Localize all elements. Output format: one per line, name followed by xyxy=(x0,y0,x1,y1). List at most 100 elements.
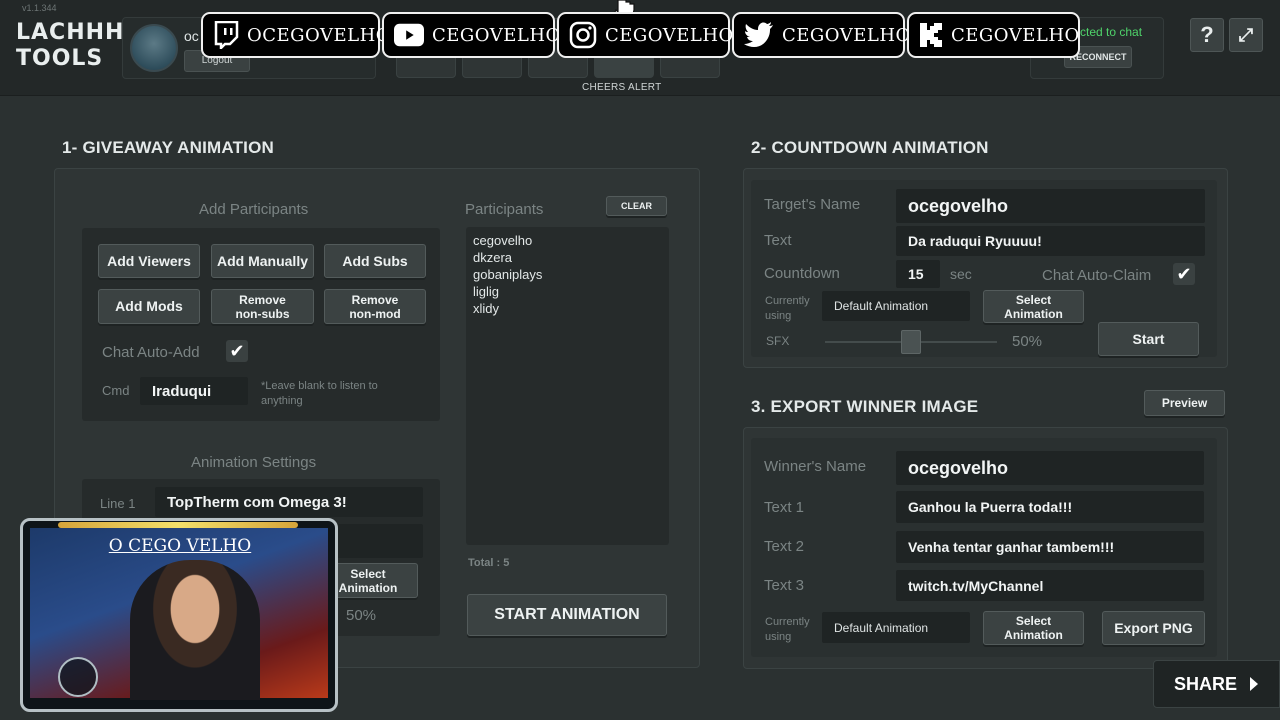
select-animation-button[interactable]: Select Animation xyxy=(983,290,1084,323)
add-subs-button[interactable]: Add Subs xyxy=(324,244,426,278)
animation-display: Default Animation xyxy=(822,612,970,643)
button-line: Select xyxy=(350,566,386,581)
list-item: xlidy xyxy=(473,301,500,316)
countdown-title: 2- COUNTDOWN ANIMATION xyxy=(751,138,989,157)
share-button[interactable]: SHARE xyxy=(1153,660,1280,708)
text2-input[interactable]: Venha tentar ganhar tambem!!! xyxy=(896,531,1204,563)
webcam-streamer xyxy=(130,560,260,700)
webcam-title: O CEGO VELHO xyxy=(108,536,252,556)
sfx-percent: 50% xyxy=(1012,333,1043,350)
countdown-input[interactable]: 15 xyxy=(896,260,940,288)
animation-display: Default Animation xyxy=(822,291,970,321)
cmd-hint: *Leave blank to listen to anything xyxy=(261,380,378,407)
social-instagram: CEGOVELHO xyxy=(557,12,733,58)
share-label: SHARE xyxy=(1174,673,1238,694)
giveaway-title: 1- GIVEAWAY ANIMATION xyxy=(62,138,275,157)
social-handle: CEGOVELHO xyxy=(432,24,561,46)
button-line: Remove xyxy=(239,292,286,307)
list-item: gobaniplays xyxy=(473,267,543,282)
instagram-icon xyxy=(569,20,597,50)
countdown-start-button[interactable]: Start xyxy=(1098,322,1199,356)
chat-auto-claim-label: Chat Auto-Claim xyxy=(1042,267,1152,284)
participants-list[interactable]: cegovelho dkzera gobaniplays liglig xlid… xyxy=(466,227,669,545)
webcam-top-bar xyxy=(58,522,298,528)
text3-label: Text 3 xyxy=(764,577,805,594)
add-viewers-button[interactable]: Add Viewers xyxy=(98,244,200,278)
target-name-input[interactable]: ocegovelho xyxy=(896,189,1205,223)
user-name: oc xyxy=(184,28,199,44)
twitter-icon xyxy=(744,20,774,50)
checkmark-icon: ✔ xyxy=(1176,264,1192,284)
checkmark-icon: ✔ xyxy=(229,341,245,361)
export-title: 3. EXPORT WINNER IMAGE xyxy=(751,397,979,416)
button-line: Animation xyxy=(1004,306,1063,321)
list-item: cegovelho xyxy=(473,233,533,248)
line1-input[interactable]: TopTherm com Omega 3! xyxy=(155,487,423,517)
version-label: v1.1.344 xyxy=(22,3,57,13)
social-handle: CEGOVELHO xyxy=(951,24,1080,46)
social-twitter: CEGOVELHO xyxy=(732,12,910,58)
app-logo: LACHHH TOOLS xyxy=(16,20,124,72)
logo-line2: TOOLS xyxy=(16,46,104,71)
button-line: Remove xyxy=(351,292,399,307)
target-name-label: Target's Name xyxy=(764,196,861,213)
label-line: using xyxy=(765,310,792,322)
help-button[interactable]: ? xyxy=(1190,18,1224,52)
text-label: Text xyxy=(764,232,792,249)
chat-auto-add-label: Chat Auto-Add xyxy=(102,344,200,361)
social-kick: CEGOVELHO xyxy=(907,12,1080,58)
start-animation-button[interactable]: START ANIMATION xyxy=(467,594,667,636)
avatar xyxy=(130,24,178,72)
social-handle: CEGOVELHO xyxy=(782,24,911,46)
sfx-label: SFX xyxy=(766,334,790,348)
button-line: Select xyxy=(1015,614,1052,628)
cmd-input[interactable]: Iraduqui xyxy=(140,377,248,405)
list-item: liglig xyxy=(473,284,500,299)
chat-auto-add-checkbox[interactable]: ✔ xyxy=(226,340,248,362)
social-youtube: CEGOVELHO xyxy=(382,12,560,58)
text1-input[interactable]: Ganhou la Puerra toda!!! xyxy=(896,491,1204,523)
button-line: Animation xyxy=(338,580,398,595)
participants-label: Participants xyxy=(465,201,544,218)
add-mods-button[interactable]: Add Mods xyxy=(98,289,200,324)
social-handle: CEGOVELHO xyxy=(605,24,734,46)
currently-using-label: Currently using xyxy=(765,294,810,324)
webcam-dial-icon xyxy=(58,657,98,697)
logo-line1: LACHHH xyxy=(16,20,125,45)
button-line: non-mod xyxy=(349,306,401,321)
clear-button[interactable]: CLEAR xyxy=(606,196,667,216)
twitch-icon xyxy=(213,20,239,50)
animation-settings-label: Animation Settings xyxy=(191,454,317,471)
remove-non-mod-button[interactable]: Remove non-mod xyxy=(324,289,426,324)
list-item: dkzera xyxy=(473,250,513,265)
add-manually-button[interactable]: Add Manually xyxy=(211,244,314,278)
currently-using-label: Currently using xyxy=(765,615,810,645)
button-line: non-subs xyxy=(235,306,290,321)
active-tab-label: CHEERS ALERT xyxy=(582,82,662,93)
select-animation-button[interactable]: Select Animation xyxy=(983,611,1084,645)
text-input[interactable]: Da raduqui Ryuuuu! xyxy=(896,226,1205,256)
add-participants-label: Add Participants xyxy=(199,201,309,218)
sec-label: sec xyxy=(950,266,972,282)
fullscreen-button[interactable]: ⤢ xyxy=(1229,18,1263,52)
label-line: using xyxy=(765,631,792,643)
winner-name-input[interactable]: ocegovelho xyxy=(896,451,1204,485)
text1-label: Text 1 xyxy=(764,499,805,516)
sfx-slider-handle[interactable] xyxy=(901,330,921,354)
cmd-label: Cmd xyxy=(102,383,130,398)
chevron-right-icon xyxy=(1250,677,1259,691)
remove-non-subs-button[interactable]: Remove non-subs xyxy=(211,289,314,324)
countdown-label: Countdown xyxy=(764,265,840,282)
youtube-icon xyxy=(394,20,424,50)
line1-label: Line 1 xyxy=(100,496,136,511)
sfx-percent: 50% xyxy=(346,607,377,624)
label-line: Currently xyxy=(765,616,810,628)
button-line: Animation xyxy=(1004,628,1063,642)
text3-input[interactable]: twitch.tv/MyChannel xyxy=(896,570,1204,601)
total-count: Total : 5 xyxy=(468,557,510,569)
preview-button[interactable]: Preview xyxy=(1144,390,1225,416)
export-png-button[interactable]: Export PNG xyxy=(1102,611,1205,645)
chat-status: cted to chat xyxy=(1080,25,1143,39)
chat-auto-claim-checkbox[interactable]: ✔ xyxy=(1173,263,1195,285)
label-line: Currently xyxy=(765,295,810,307)
